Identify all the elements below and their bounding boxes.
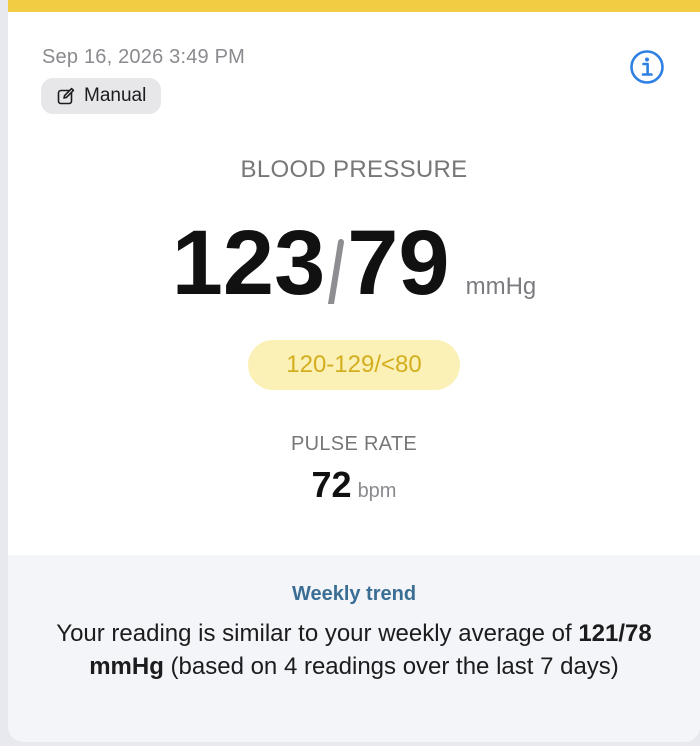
edit-icon	[56, 86, 76, 106]
trend-text-after: (based on 4 readings over the last 7 day…	[163, 653, 619, 680]
pulse-rate-title: PULSE RATE	[291, 433, 417, 455]
blood-pressure-reading: 123 79 mmHg	[8, 212, 700, 314]
info-icon	[629, 49, 665, 85]
weekly-trend-text: Your reading is similar to your weekly a…	[48, 617, 660, 683]
weekly-trend-title: Weekly trend	[291, 583, 417, 605]
info-button[interactable]	[629, 49, 665, 85]
source-chip: Manual	[41, 78, 162, 114]
diastolic-value: 79	[347, 212, 450, 314]
reading-card: Sep 16, 2026 3:49 PM Manual BLOOD PRESSU…	[8, 0, 700, 742]
trend-text-before: Your reading is similar to your weekly a…	[56, 620, 579, 647]
pulse-rate-reading: 72 bpm	[8, 464, 700, 506]
blood-pressure-unit: mmHg	[465, 273, 537, 300]
pulse-value: 72	[311, 464, 352, 505]
category-accent-bar	[8, 0, 700, 12]
source-chip-label: Manual	[84, 85, 147, 106]
weekly-trend-section: Weekly trend Your reading is similar to …	[8, 555, 700, 742]
pulse-unit: bpm	[357, 480, 397, 502]
systolic-value: 123	[171, 212, 326, 314]
slash-divider	[327, 212, 345, 304]
blood-pressure-title: BLOOD PRESSURE	[240, 156, 468, 183]
reading-timestamp: Sep 16, 2026 3:49 PM	[42, 46, 246, 68]
bp-category-badge: 120-129/<80	[248, 340, 460, 390]
